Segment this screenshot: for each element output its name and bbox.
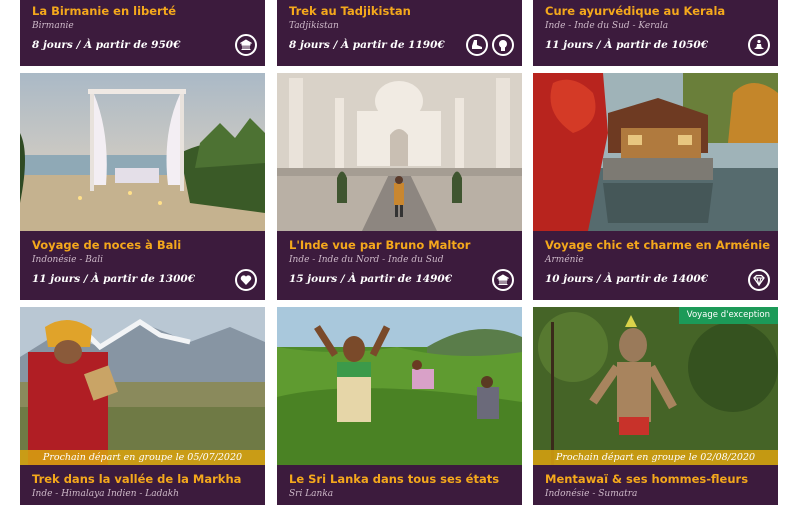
trip-destinations: Sri Lanka bbox=[289, 489, 334, 499]
trip-card-markha[interactable]: Prochain départ en groupe le 05/07/2020 … bbox=[20, 307, 265, 505]
trip-title[interactable]: Trek au Tadjikistan bbox=[289, 4, 510, 18]
face-icon bbox=[492, 34, 514, 56]
trip-card-birmanie[interactable]: La Birmanie en liberté Birmanie 8 jours … bbox=[20, 0, 265, 66]
temple-icon bbox=[492, 269, 514, 291]
trip-photo[interactable] bbox=[533, 307, 778, 465]
trip-destinations: Inde - Inde du Nord - Inde du Sud bbox=[289, 255, 444, 265]
trip-price: 10 jours / À partir de 1400€ bbox=[545, 273, 709, 285]
trip-photo[interactable] bbox=[20, 307, 265, 465]
trip-destinations: Inde - Himalaya Indien - Ladakh bbox=[32, 489, 179, 499]
trip-card-kerala[interactable]: Cure ayurvédique au Kerala Inde - Inde d… bbox=[533, 0, 778, 66]
trip-destinations: Indonésie - Bali bbox=[32, 255, 103, 265]
trip-title[interactable]: L'Inde vue par Bruno Maltor bbox=[289, 238, 510, 252]
trip-title[interactable]: La Birmanie en liberté bbox=[32, 4, 253, 18]
group-departure-banner: Prochain départ en groupe le 05/07/2020 bbox=[20, 450, 265, 465]
trip-card-tadjikistan[interactable]: Trek au Tadjikistan Tadjikistan 8 jours … bbox=[277, 0, 522, 66]
trip-destinations: Birmanie bbox=[32, 21, 74, 31]
temple-icon bbox=[235, 34, 257, 56]
trip-card-inde-bruno-maltor[interactable]: L'Inde vue par Bruno Maltor Inde - Inde … bbox=[277, 73, 522, 300]
trip-title[interactable]: Voyage de noces à Bali bbox=[32, 238, 253, 252]
trip-card-armenie[interactable]: Voyage chic et charme en Arménie Arménie… bbox=[533, 73, 778, 300]
hiking-boot-icon bbox=[466, 34, 488, 56]
meditation-icon bbox=[748, 34, 770, 56]
trip-price: 11 jours / À partir de 1300€ bbox=[32, 273, 196, 285]
trip-card-sri-lanka[interactable]: Le Sri Lanka dans tous ses états Sri Lan… bbox=[277, 307, 522, 505]
diamond-icon bbox=[748, 269, 770, 291]
trip-photo[interactable] bbox=[20, 73, 265, 231]
trip-card-bali[interactable]: Voyage de noces à Bali Indonésie - Bali … bbox=[20, 73, 265, 300]
trip-title[interactable]: Le Sri Lanka dans tous ses états bbox=[289, 472, 510, 486]
exceptional-trip-badge: Voyage d'exception bbox=[678, 307, 778, 324]
trip-title[interactable]: Cure ayurvédique au Kerala bbox=[545, 4, 766, 18]
trip-photo[interactable] bbox=[277, 307, 522, 465]
trip-photo[interactable] bbox=[533, 73, 778, 231]
trip-destinations: Indonésie - Sumatra bbox=[545, 489, 638, 499]
trip-destinations: Tadjikistan bbox=[289, 21, 339, 31]
trip-destinations: Arménie bbox=[545, 255, 584, 265]
heart-icon bbox=[235, 269, 257, 291]
trip-title[interactable]: Trek dans la vallée de la Markha bbox=[32, 472, 253, 486]
trip-price: 11 jours / À partir de 1050€ bbox=[545, 39, 709, 51]
trip-title[interactable]: Mentawaï & ses hommes-fleurs bbox=[545, 472, 766, 486]
trip-card-mentawai[interactable]: Voyage d'exception Prochain départ en gr… bbox=[533, 307, 778, 505]
trip-price: 8 jours / À partir de 950€ bbox=[32, 39, 181, 51]
trip-title[interactable]: Voyage chic et charme en Arménie bbox=[545, 238, 770, 252]
trip-photo[interactable] bbox=[277, 73, 522, 231]
group-departure-banner: Prochain départ en groupe le 02/08/2020 bbox=[533, 450, 778, 465]
trip-price: 15 jours / À partir de 1490€ bbox=[289, 273, 453, 285]
trip-destinations: Inde - Inde du Sud - Kerala bbox=[545, 21, 669, 31]
